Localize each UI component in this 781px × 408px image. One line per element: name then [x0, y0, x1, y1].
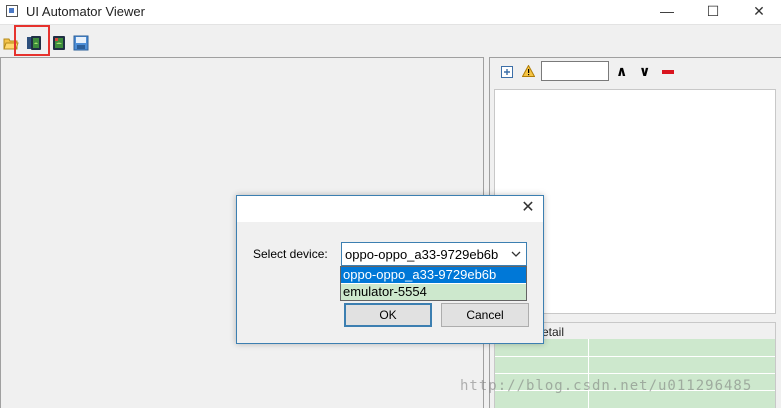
device-select[interactable]: oppo-oppo_a33-9729eb6b [341, 242, 527, 266]
window-titlebar: UI Automator Viewer — ☐ ✕ [0, 0, 781, 25]
dialog-close-button[interactable]: ✕ [519, 199, 537, 217]
device-screenshot-compressed-icon[interactable] [51, 35, 67, 51]
chevron-down-icon [511, 251, 521, 257]
find-previous-button[interactable]: ∧ [616, 63, 627, 80]
expand-all-icon[interactable] [501, 66, 513, 78]
select-device-label: Select device: [253, 247, 328, 261]
highlight-box [14, 25, 50, 56]
close-window-button[interactable]: ✕ [736, 0, 781, 24]
window-title: UI Automator Viewer [26, 4, 145, 19]
detail-table-row [495, 373, 775, 374]
dropdown-option-emulator[interactable]: emulator-5554 [341, 284, 526, 300]
hierarchy-toolbar: ∧ ∨ [498, 60, 768, 84]
ok-button[interactable]: OK [344, 303, 432, 327]
find-next-button[interactable]: ∨ [639, 63, 650, 80]
search-input[interactable] [541, 61, 609, 81]
minimize-button[interactable]: — [644, 0, 690, 24]
app-icon [6, 5, 18, 17]
warning-icon[interactable] [522, 65, 535, 77]
detail-table-row [495, 356, 775, 357]
clear-search-button[interactable] [662, 70, 674, 74]
cancel-button[interactable]: Cancel [441, 303, 529, 327]
device-dropdown-list: oppo-oppo_a33-9729eb6b emulator-5554 [340, 266, 527, 301]
watermark: http://blog.csdn.net/u011296485 [460, 378, 753, 394]
maximize-button[interactable]: ☐ [690, 0, 736, 24]
device-select-value: oppo-oppo_a33-9729eb6b [345, 247, 499, 262]
main-toolbar [0, 30, 781, 56]
save-icon[interactable] [73, 35, 89, 51]
dialog-titlebar: ✕ [237, 196, 543, 222]
dropdown-option-oppo[interactable]: oppo-oppo_a33-9729eb6b [341, 267, 526, 283]
